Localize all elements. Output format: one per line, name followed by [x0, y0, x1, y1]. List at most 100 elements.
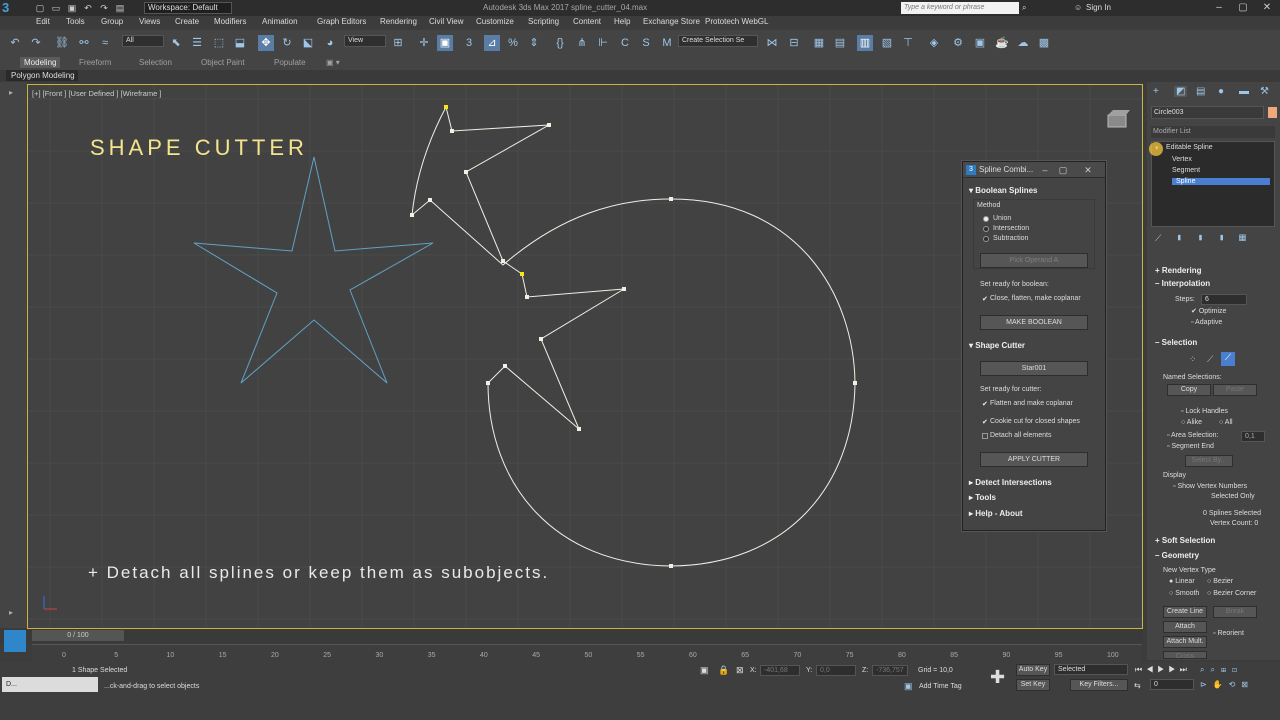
geometry-rollout[interactable]: – Geometry — [1155, 551, 1199, 560]
menu-group[interactable]: Group — [101, 17, 123, 26]
show-vertex-numbers-checkbox[interactable]: ▫ Show Vertex Numbers — [1173, 483, 1247, 490]
display-tab-icon[interactable]: ▬ — [1239, 86, 1249, 97]
unlink-icon[interactable]: ⚯ — [76, 35, 92, 51]
detect-intersections-header[interactable]: ▸ Detect Intersections — [969, 478, 1052, 487]
all-radio[interactable]: ○ All — [1219, 419, 1233, 426]
key-mode-dropdown[interactable]: Selected — [1054, 664, 1128, 675]
select-rotate-icon[interactable]: ↻ — [279, 35, 295, 51]
select-by-name-icon[interactable]: ☰ — [189, 35, 205, 51]
star-shape[interactable] — [193, 156, 434, 384]
render-setup-icon[interactable]: ⚙ — [950, 35, 966, 51]
menu-customize[interactable]: Customize — [476, 17, 514, 26]
bind-space-warp-icon[interactable]: ≈ — [97, 35, 113, 51]
minimize-icon[interactable]: – — [1206, 0, 1232, 16]
keyboard-shortcut-override-icon[interactable]: ▣ — [437, 35, 453, 51]
dialog-title-bar[interactable]: 3 Spline Combi... – ▢ ✕ — [963, 162, 1105, 178]
workspace-dropdown[interactable]: Workspace: Default — [144, 2, 232, 14]
cross-section-button[interactable]: Cross Section — [1163, 651, 1207, 659]
edit-named-selection-icon[interactable]: {} — [552, 35, 568, 51]
curve-editor-icon[interactable]: ▧ — [879, 35, 895, 51]
area-selection-checkbox[interactable]: ▫ Area Selection: — [1167, 432, 1219, 439]
app-logo-icon[interactable]: 3 — [2, 0, 28, 16]
modify-tab-icon[interactable]: ◩ — [1174, 86, 1188, 97]
angle-snap-icon[interactable]: ⊿ — [484, 35, 500, 51]
motion-tab-icon[interactable]: ● — [1218, 86, 1224, 97]
align-icon[interactable]: ⊩ — [595, 35, 611, 51]
menu-civil-view[interactable]: Civil View — [429, 17, 464, 26]
open-file-icon[interactable]: ▭ — [50, 2, 62, 14]
viewport-nav-controls[interactable]: ⌕⌕⊞⊡ — [1200, 665, 1243, 675]
menu-views[interactable]: Views — [139, 17, 160, 26]
help-about-header[interactable]: ▸ Help - About — [969, 509, 1023, 518]
time-slider[interactable]: 0 / 100 — [32, 630, 124, 641]
linear-radio[interactable]: ● Linear — [1169, 578, 1195, 585]
rendering-rollout[interactable]: + Rendering — [1155, 266, 1201, 275]
maxscript-listener[interactable]: D... — [2, 677, 98, 692]
material-editor-icon[interactable]: ◈ — [926, 35, 942, 51]
stack-vertex[interactable]: Vertex — [1172, 156, 1192, 163]
soft-selection-rollout[interactable]: + Soft Selection — [1155, 536, 1215, 545]
new-file-icon[interactable]: ▢ — [34, 2, 46, 14]
render-in-cloud-icon[interactable]: ☁ — [1015, 35, 1031, 51]
select-object-icon[interactable]: ⬉ — [168, 35, 184, 51]
y-coordinate-field[interactable]: 0,0 — [816, 665, 856, 676]
break-button[interactable]: Break — [1213, 606, 1257, 618]
maximize-icon[interactable]: ▢ — [1230, 0, 1256, 16]
x-coordinate-field[interactable]: -401,68 — [760, 665, 800, 676]
layer-explorer-icon[interactable]: S — [638, 35, 654, 51]
detach-all-checkbox[interactable] — [982, 433, 988, 439]
minimize-icon[interactable]: – — [1039, 164, 1051, 176]
tools-header[interactable]: ▸ Tools — [969, 493, 996, 502]
viewcube-icon[interactable] — [1104, 107, 1130, 133]
absolute-mode-icon[interactable]: ⊠ — [736, 665, 744, 676]
set-key-icon[interactable]: ✚ — [990, 667, 1005, 688]
toggle-scene-explorer-icon[interactable]: ▦ — [811, 35, 827, 51]
bezier-radio[interactable]: ○ Bezier — [1207, 578, 1233, 585]
menu-create[interactable]: Create — [175, 17, 199, 26]
adaptive-checkbox[interactable]: ▫ Adaptive — [1191, 319, 1222, 326]
menu-scripting[interactable]: Scripting — [528, 17, 559, 26]
render-production-icon[interactable]: ☕ — [994, 35, 1010, 51]
save-file-icon[interactable]: ▣ — [66, 2, 78, 14]
add-time-tag-button[interactable]: Add Time Tag — [919, 683, 962, 690]
polygon-modeling-panel[interactable]: Polygon Modeling — [6, 70, 78, 81]
close-icon[interactable]: ✕ — [1082, 164, 1094, 176]
select-manipulate-icon[interactable]: ✛ — [416, 35, 432, 51]
percent-snap-icon[interactable]: % — [505, 35, 521, 51]
attach-button[interactable]: Attach — [1163, 621, 1207, 633]
lock-handles-checkbox[interactable]: ▫ Lock Handles — [1181, 408, 1228, 415]
create-line-button[interactable]: Create Line — [1163, 606, 1207, 618]
menu-graph-editors[interactable]: Graph Editors — [317, 17, 366, 26]
close-flatten-checkbox[interactable]: ✔ — [982, 296, 989, 303]
mirror-tool-icon[interactable]: ⋈ — [764, 35, 780, 51]
union-radio[interactable] — [983, 216, 989, 222]
tab-selection[interactable]: Selection — [139, 58, 172, 67]
close-icon[interactable]: ✕ — [1254, 0, 1280, 16]
key-filters-button[interactable]: Key Filters... — [1070, 679, 1128, 691]
collapse-strip-icon[interactable]: ▸ — [9, 608, 13, 617]
mini-curve-editor-icon[interactable] — [4, 630, 26, 652]
vertex-level-icon[interactable]: ⁘ — [1189, 354, 1197, 365]
circle-spline[interactable] — [411, 105, 856, 567]
rendered-frame-window-icon[interactable]: ▣ — [972, 35, 988, 51]
menu-help[interactable]: Help — [614, 17, 630, 26]
stack-tools-icons[interactable]: ⟋▮▮▮▦ — [1155, 233, 1260, 244]
hierarchy-tab-icon[interactable]: ▤ — [1196, 86, 1205, 97]
snaps-toggle-icon[interactable]: 3 — [461, 35, 477, 51]
undo-icon[interactable]: ↶ — [7, 35, 23, 51]
z-coordinate-field[interactable]: -736,757 — [872, 665, 908, 676]
selection-lock-icon[interactable]: 🔒 — [718, 665, 729, 676]
segment-level-icon[interactable]: ⟋ — [1207, 354, 1213, 365]
attach-mult-button[interactable]: Attach Mult. — [1163, 636, 1207, 648]
menu-rendering[interactable]: Rendering — [380, 17, 417, 26]
toggle-layer-explorer-icon[interactable]: ▤ — [832, 35, 848, 51]
make-boolean-button[interactable]: MAKE BOOLEAN — [980, 315, 1088, 330]
menu-prototech-webgl[interactable]: Prototech WebGL — [705, 17, 768, 26]
reference-coordinate-dropdown[interactable]: View — [344, 35, 386, 47]
menu-edit[interactable]: Edit — [36, 17, 50, 26]
a360-gallery-icon[interactable]: ▩ — [1036, 35, 1052, 51]
alike-radio[interactable]: ○ Alike — [1181, 419, 1202, 426]
segment-end-checkbox[interactable]: ▫ Segment End — [1167, 443, 1214, 450]
bezier-corner-radio[interactable]: ○ Bezier Corner — [1207, 590, 1256, 597]
window-crossing-icon[interactable]: ⬓ — [232, 35, 248, 51]
